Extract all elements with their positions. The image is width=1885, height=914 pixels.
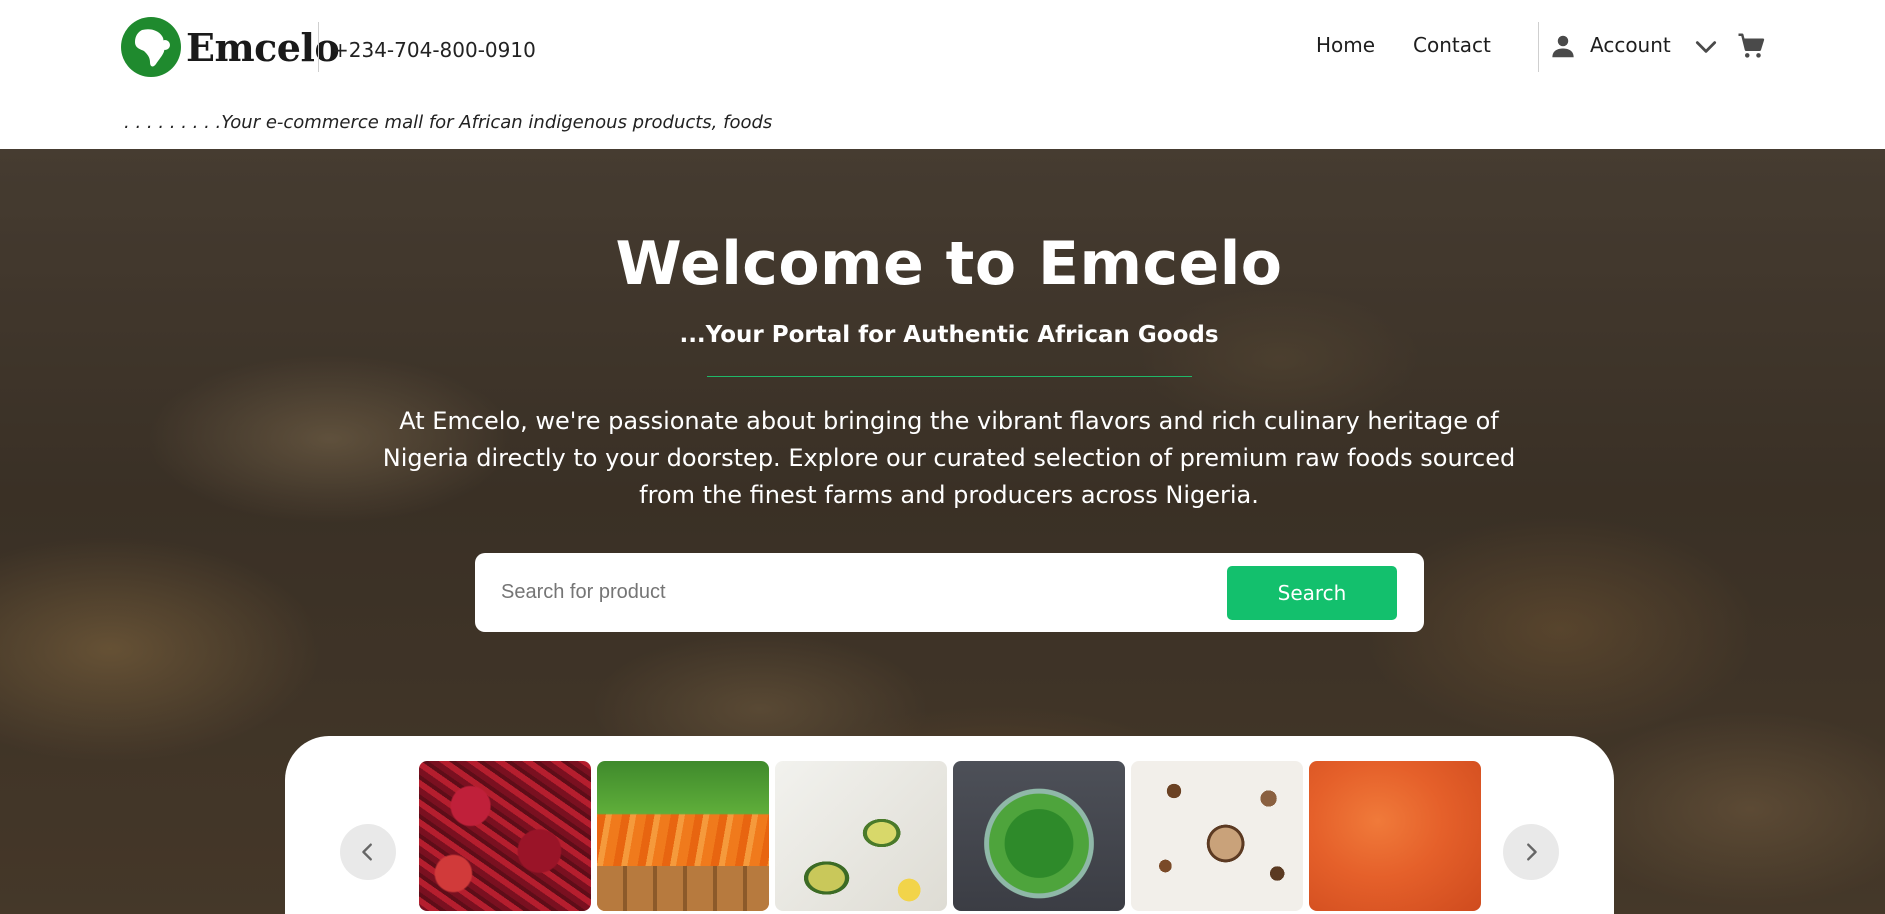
africa-globe-logo-icon (121, 17, 181, 77)
hero-divider (707, 376, 1192, 377)
person-icon[interactable] (1548, 31, 1578, 61)
product-carousel (285, 736, 1614, 914)
site-tagline: . . . . . . . . .Your e-commerce mall fo… (124, 112, 773, 133)
carousel-item-carrots[interactable] (597, 761, 769, 911)
carousel-item-avocados[interactable] (775, 761, 947, 911)
nav-home[interactable]: Home (1316, 33, 1375, 57)
carousel-next-button[interactable] (1503, 824, 1559, 880)
chevron-left-icon (362, 843, 372, 861)
carousel-item-ground-pepper[interactable] (1309, 761, 1481, 911)
hero-subtitle: ...Your Portal for Authentic African Goo… (679, 322, 1219, 348)
chevron-down-icon[interactable] (1693, 34, 1719, 60)
account-menu-label[interactable]: Account (1590, 33, 1671, 57)
search-input[interactable] (501, 570, 1191, 614)
nav-contact[interactable]: Contact (1413, 33, 1491, 57)
hero-banner: Welcome to Emcelo ...Your Portal for Aut… (0, 149, 1885, 914)
cart-icon[interactable] (1736, 31, 1766, 61)
nav-divider (1538, 22, 1539, 72)
brand-name: Emcelo (186, 24, 340, 70)
site-header: Emcelo +234-704-800-0910 Home Contact Ac… (0, 0, 1885, 149)
carousel-prev-button[interactable] (340, 824, 396, 880)
chevron-right-icon (1527, 843, 1537, 861)
search-button[interactable]: Search (1227, 566, 1397, 620)
header-divider (318, 22, 319, 72)
hero-title: Welcome to Emcelo (615, 229, 1283, 299)
hero-description: At Emcelo, we're passionate about bringi… (382, 407, 1516, 509)
carousel-item-mushrooms-spices[interactable] (1131, 761, 1303, 911)
search-bar: Search (475, 553, 1424, 632)
carousel-item-dried-red-peppers[interactable] (419, 761, 591, 911)
phone-number: +234-704-800-0910 (332, 38, 536, 62)
brand-logo[interactable]: Emcelo (120, 16, 340, 78)
carousel-item-spinach[interactable] (953, 761, 1125, 911)
